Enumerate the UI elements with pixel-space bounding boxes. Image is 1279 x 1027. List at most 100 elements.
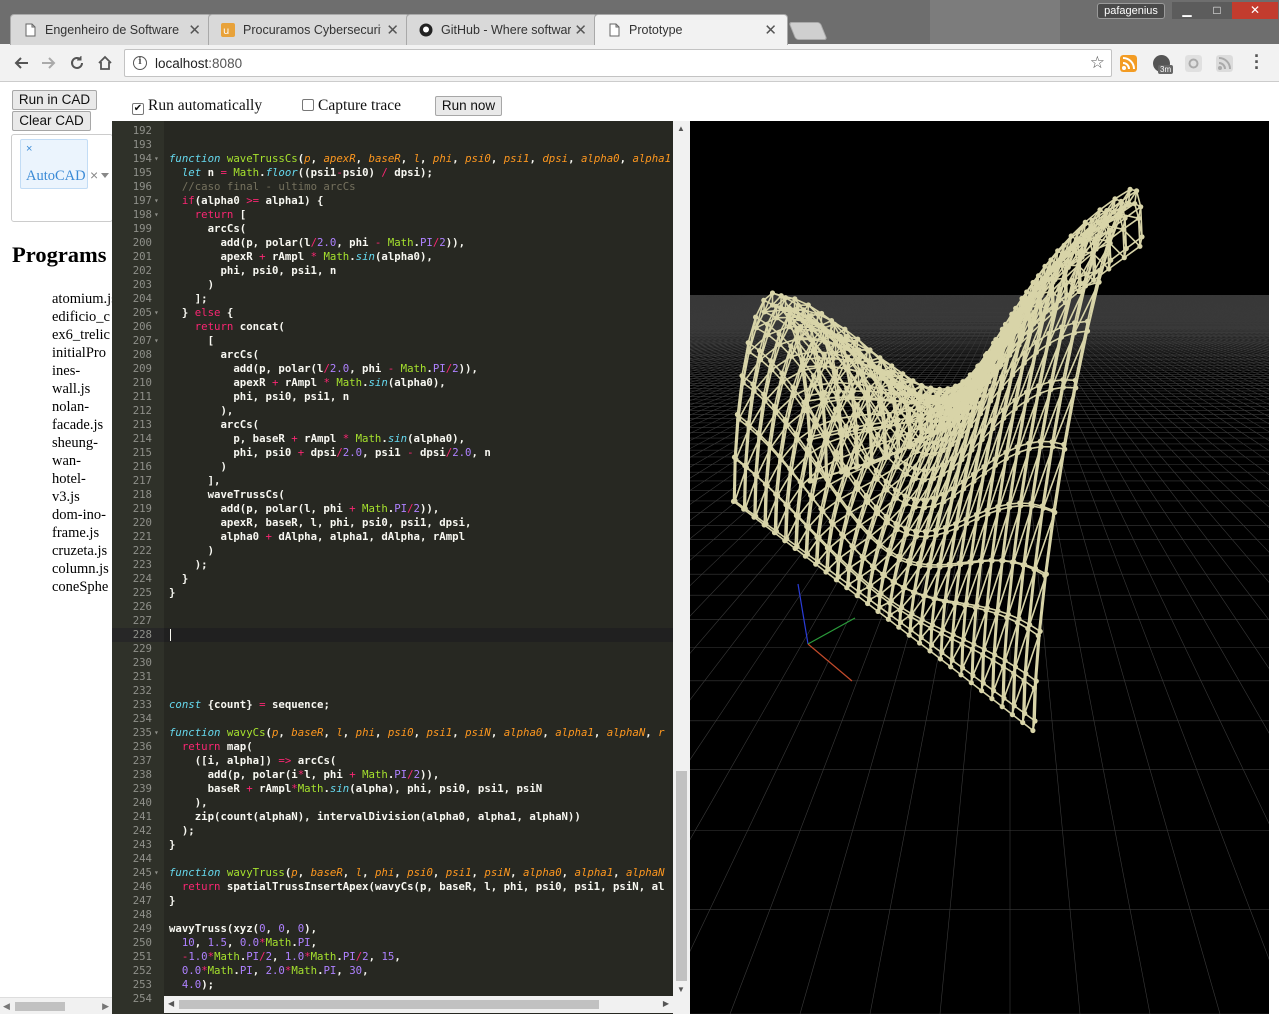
code-line[interactable]: 197 ▾ if(alpha0 >= alpha1) {: [112, 194, 674, 208]
run-automatically-checkbox[interactable]: ✔: [132, 103, 144, 115]
code-line[interactable]: 243}: [112, 838, 674, 852]
capture-trace-checkbox[interactable]: [302, 99, 314, 111]
program-item[interactable]: column.js: [52, 560, 112, 578]
code-line[interactable]: 239 baseR + rAmpl*Math.sin(alpha), phi, …: [112, 782, 674, 796]
code-line[interactable]: 234: [112, 712, 674, 726]
code-line[interactable]: 194 ▾ function waveTrussCs(p, apexR, baseR…: [112, 152, 674, 166]
program-item[interactable]: cruzeta.js: [52, 542, 112, 560]
gear-extension-icon[interactable]: [1185, 55, 1202, 72]
code-line[interactable]: 235 ▾ function wavyCs(p, baseR, l, phi, ps…: [112, 726, 674, 740]
bookmark-star-icon[interactable]: ☆: [1090, 53, 1105, 73]
code-line[interactable]: 192: [112, 124, 674, 138]
chip-remove-icon[interactable]: ×: [26, 143, 32, 155]
fold-arrow-icon[interactable]: ▾: [154, 334, 159, 348]
program-item[interactable]: dom-ino- frame.js: [52, 506, 112, 542]
close-tab-icon[interactable]: ✕: [574, 21, 587, 39]
code-line[interactable]: 247}: [112, 894, 674, 908]
code-line[interactable]: 219 add(p, polar(l, phi + Math.PI/2)),: [112, 502, 674, 516]
program-item[interactable]: ex6_trelic: [52, 326, 112, 344]
code-line[interactable]: 251 -1.0*Math.PI/2, 1.0*Math.PI/2, 15,: [112, 950, 674, 964]
code-line[interactable]: 214 p, baseR + rAmpl * Math.sin(alpha0),: [112, 432, 674, 446]
run-now-button[interactable]: Run now: [435, 96, 502, 116]
truss-render[interactable]: [690, 121, 1269, 1014]
fold-arrow-icon[interactable]: ▾: [154, 194, 159, 208]
program-item[interactable]: ines- wall.js: [52, 362, 112, 398]
code-line[interactable]: 203 ): [112, 278, 674, 292]
scrollbar-thumb[interactable]: [15, 1002, 65, 1011]
close-window-button[interactable]: ✕: [1232, 2, 1278, 19]
tab-procuramos[interactable]: u Procuramos Cybersecurity ✕: [208, 14, 410, 45]
program-item[interactable]: nolan- facade.js: [52, 398, 112, 434]
scrollbar-thumb[interactable]: [179, 1000, 599, 1009]
code-line[interactable]: 252 0.0*Math.PI, 2.0*Math.PI, 30,: [112, 964, 674, 978]
clear-selection-icon[interactable]: ×: [90, 167, 98, 183]
maximize-button[interactable]: □: [1202, 2, 1232, 19]
code-line[interactable]: 217 ],: [112, 474, 674, 488]
profile-button[interactable]: pafagenius: [1097, 3, 1165, 19]
extension-timer-icon[interactable]: 3m: [1153, 55, 1174, 74]
code-line[interactable]: 227: [112, 614, 674, 628]
dropdown-arrow-icon[interactable]: [101, 173, 109, 178]
new-tab-button[interactable]: [788, 22, 828, 40]
tab-github[interactable]: GitHub - Where software ✕: [406, 14, 598, 45]
program-item[interactable]: initialPro: [52, 344, 112, 362]
code-line[interactable]: 231: [112, 670, 674, 684]
fold-arrow-icon[interactable]: ▾: [154, 726, 159, 740]
code-line[interactable]: 233 const {count} = sequence;: [112, 698, 674, 712]
back-button[interactable]: [9, 51, 33, 75]
code-line[interactable]: 210 apexR + rAmpl * Math.sin(alpha0),: [112, 376, 674, 390]
fold-arrow-icon[interactable]: ▾: [154, 306, 159, 320]
code-line[interactable]: 193: [112, 138, 674, 152]
code-line[interactable]: 228: [112, 628, 674, 642]
code-line[interactable]: 232: [112, 684, 674, 698]
code-line[interactable]: 201 apexR + rAmpl * Math.sin(alpha0),: [112, 250, 674, 264]
code-line[interactable]: 195 let n = Math.floor((psi1-psi0) / dps…: [112, 166, 674, 180]
run-automatically-option[interactable]: ✔ Run automatically: [132, 97, 262, 115]
menu-icon[interactable]: · · ·: [1252, 47, 1262, 77]
code-line[interactable]: 240 ),: [112, 796, 674, 810]
clear-cad-button[interactable]: Clear CAD: [12, 111, 91, 131]
code-line[interactable]: 229: [112, 642, 674, 656]
close-tab-icon[interactable]: ✕: [764, 21, 777, 39]
fold-arrow-icon[interactable]: ▾: [154, 866, 159, 880]
scroll-right-icon[interactable]: ▶: [102, 1001, 109, 1012]
home-button[interactable]: [93, 51, 117, 75]
code-line[interactable]: 223 );: [112, 558, 674, 572]
scroll-left-icon[interactable]: ◀: [168, 999, 174, 1008]
code-line[interactable]: 212 ),: [112, 404, 674, 418]
close-tab-icon[interactable]: ✕: [386, 21, 399, 39]
code-line[interactable]: 222 ): [112, 544, 674, 558]
capture-trace-option[interactable]: Capture trace: [302, 97, 401, 115]
code-line[interactable]: 198 ▾ return [: [112, 208, 674, 222]
code-line[interactable]: 205 ▾ } else {: [112, 306, 674, 320]
minimize-button[interactable]: ▁: [1172, 2, 1202, 19]
program-item[interactable]: atomium.js: [52, 290, 112, 308]
code-line[interactable]: 245 ▾ function wavyTruss(p, baseR, l, phi,…: [112, 866, 674, 880]
address-bar[interactable]: i localhost:8080 ☆: [124, 49, 1112, 77]
tab-engenheiro[interactable]: Engenheiro de Software ✕: [10, 14, 212, 45]
scrollbar-thumb[interactable]: [676, 771, 687, 981]
code-line[interactable]: 218 waveTrussCs(: [112, 488, 674, 502]
code-line[interactable]: 207 ▾ [: [112, 334, 674, 348]
cad-select[interactable]: × AutoCAD ×: [11, 134, 113, 222]
code-line[interactable]: 199 arcCs(: [112, 222, 674, 236]
code-line[interactable]: 226: [112, 600, 674, 614]
code-line[interactable]: 236 return map(: [112, 740, 674, 754]
program-item[interactable]: sheung- wan- hotel- v3.js: [52, 434, 112, 506]
feed-extension-icon[interactable]: [1216, 55, 1233, 72]
code-line[interactable]: 237 ([i, alpha]) => arcCs(: [112, 754, 674, 768]
code-line[interactable]: 221 alpha0 + dAlpha, alpha1, dAlpha, rAm…: [112, 530, 674, 544]
code-line[interactable]: 241 zip(count(alphaN), intervalDivision(…: [112, 810, 674, 824]
close-tab-icon[interactable]: ✕: [188, 21, 201, 39]
code-line[interactable]: 224 }: [112, 572, 674, 586]
fold-arrow-icon[interactable]: ▾: [154, 152, 159, 166]
scroll-right-icon[interactable]: ▶: [663, 999, 669, 1008]
code-line[interactable]: 249 wavyTruss(xyz(0, 0, 0),: [112, 922, 674, 936]
scroll-left-icon[interactable]: ◀: [3, 1001, 10, 1012]
code-line[interactable]: 204 ];: [112, 292, 674, 306]
reload-button[interactable]: [65, 51, 89, 75]
code-line[interactable]: 244: [112, 852, 674, 866]
editor-vertical-scrollbar[interactable]: ▲ ▼: [673, 121, 690, 1014]
program-item[interactable]: edificio_c: [52, 308, 112, 326]
code-line[interactable]: 213 arcCs(: [112, 418, 674, 432]
